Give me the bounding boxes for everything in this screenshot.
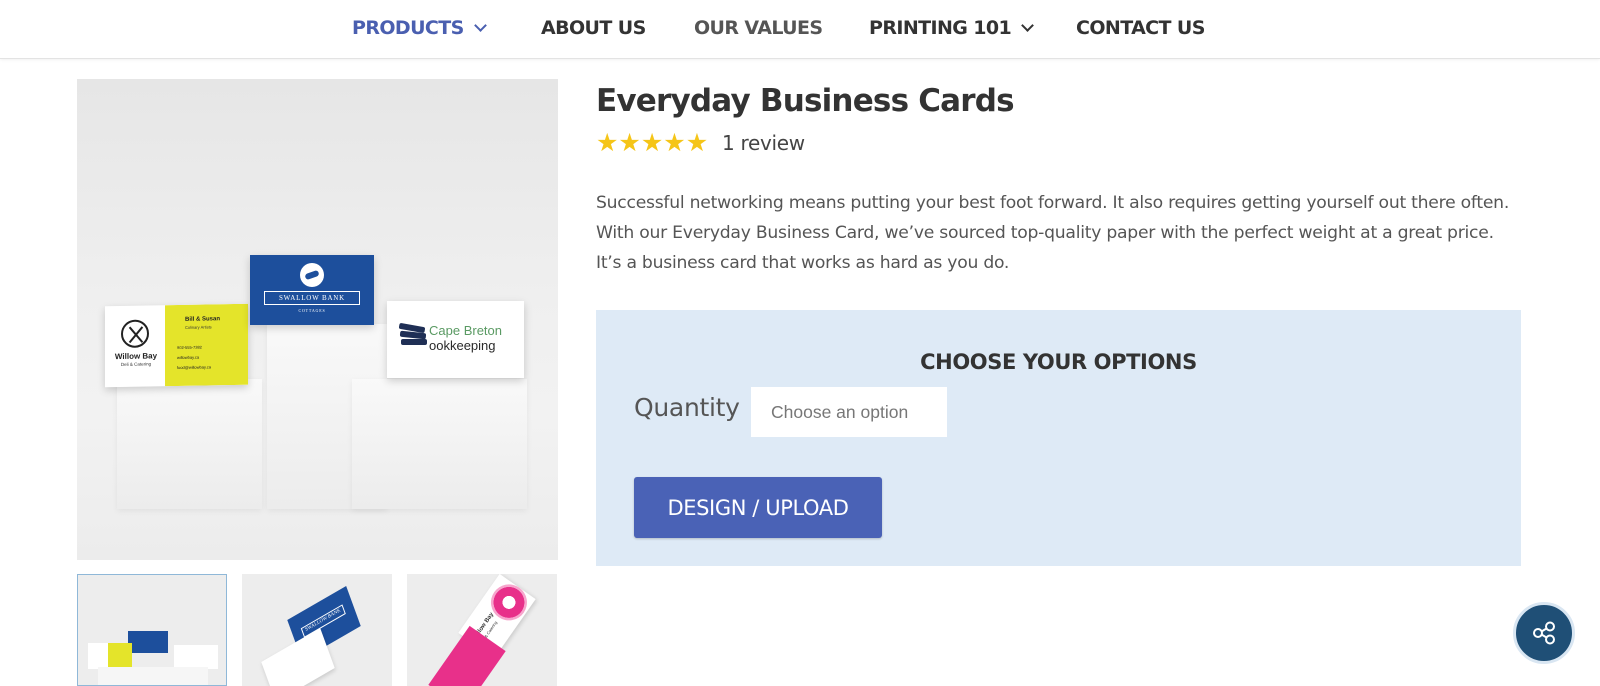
thumb-white-card xyxy=(174,645,218,669)
design-upload-button[interactable]: DESIGN / UPLOAD xyxy=(634,477,882,538)
cape-breton-card: Cape Breton ookkeeping xyxy=(387,301,524,378)
nav-label: ABOUT US xyxy=(541,17,646,39)
product-description: Successful networking means putting your… xyxy=(596,193,1510,273)
thumbnail-2[interactable]: SWALLOW BANK xyxy=(242,574,392,686)
card-person-name: Bill & Susan xyxy=(185,316,221,323)
chevron-down-icon xyxy=(1021,18,1035,32)
books-icon xyxy=(401,339,427,345)
nav-label: CONTACT US xyxy=(1076,17,1205,39)
star-rating: ★ ★ ★ ★ ★ xyxy=(596,129,708,157)
nav-label: PRINTING 101 xyxy=(869,17,1012,39)
thumb-swallow-name: SWALLOW BANK xyxy=(300,604,346,638)
thumbnail-1[interactable] xyxy=(77,574,227,686)
willow-bay-card: Willow Bay Deli & Catering Bill & Susan … xyxy=(105,303,248,388)
swallow-bank-name: SWALLOW BANK xyxy=(264,291,360,305)
pedestal-block xyxy=(352,379,527,509)
star-icon: ★ xyxy=(685,128,709,157)
nav-item-products[interactable]: PRODUCTS xyxy=(352,17,487,39)
nav-label: PRODUCTS xyxy=(352,17,464,39)
willow-bay-subtitle: Deli & Catering xyxy=(120,361,152,367)
card-phone: 902-555-7382 xyxy=(177,344,202,350)
star-icon: ★ xyxy=(640,128,664,157)
quantity-select[interactable]: Choose an option xyxy=(751,387,947,437)
quantity-label: Quantity xyxy=(634,393,740,422)
card-web: willowbay.ca xyxy=(177,354,200,360)
options-panel: CHOOSE YOUR OPTIONS Quantity Choose an o… xyxy=(596,310,1521,566)
thumb-pedestal xyxy=(98,667,208,685)
cape-breton-line1: Cape Breton xyxy=(429,323,502,338)
options-heading: CHOOSE YOUR OPTIONS xyxy=(920,350,1197,374)
nav-item-about-us[interactable]: ABOUT US xyxy=(541,17,646,39)
thumb-white-card xyxy=(88,643,132,669)
nav-item-our-values[interactable]: OUR VALUES xyxy=(694,17,823,39)
nav-label: OUR VALUES xyxy=(694,17,823,39)
share-icon xyxy=(1533,621,1555,645)
nav-item-printing-101[interactable]: PRINTING 101 xyxy=(869,17,1035,39)
willow-bay-name: Willow Bay xyxy=(114,351,158,362)
main-navigation: PRODUCTS ABOUT US OUR VALUES PRINTING 10… xyxy=(0,0,1600,59)
fork-knife-icon xyxy=(121,319,149,348)
swallow-bank-subtitle: COTTAGES xyxy=(298,308,326,313)
nav-item-contact-us[interactable]: CONTACT US xyxy=(1076,17,1205,39)
product-main-image[interactable]: Willow Bay Deli & Catering Bill & Susan … xyxy=(77,79,558,560)
thumb-blue-card xyxy=(128,631,168,653)
review-count-link[interactable]: 1 review xyxy=(722,131,805,155)
swallow-bank-card: SWALLOW BANK COTTAGES xyxy=(250,255,374,325)
swallow-logo-icon xyxy=(300,263,324,287)
card-person-role: Culinary Artists xyxy=(185,324,212,330)
card-email: food@willowbay.ca xyxy=(177,364,212,370)
chevron-down-icon xyxy=(473,18,487,32)
star-icon: ★ xyxy=(663,128,686,157)
product-title: Everyday Business Cards xyxy=(596,83,1015,119)
share-button[interactable] xyxy=(1513,602,1575,664)
thumbnail-3[interactable]: Willow Bay Deli & Catering xyxy=(407,574,557,686)
pedestal-block xyxy=(117,379,262,509)
cape-breton-line2: ookkeeping xyxy=(429,338,496,353)
star-icon: ★ xyxy=(596,128,619,157)
star-icon: ★ xyxy=(618,128,641,157)
